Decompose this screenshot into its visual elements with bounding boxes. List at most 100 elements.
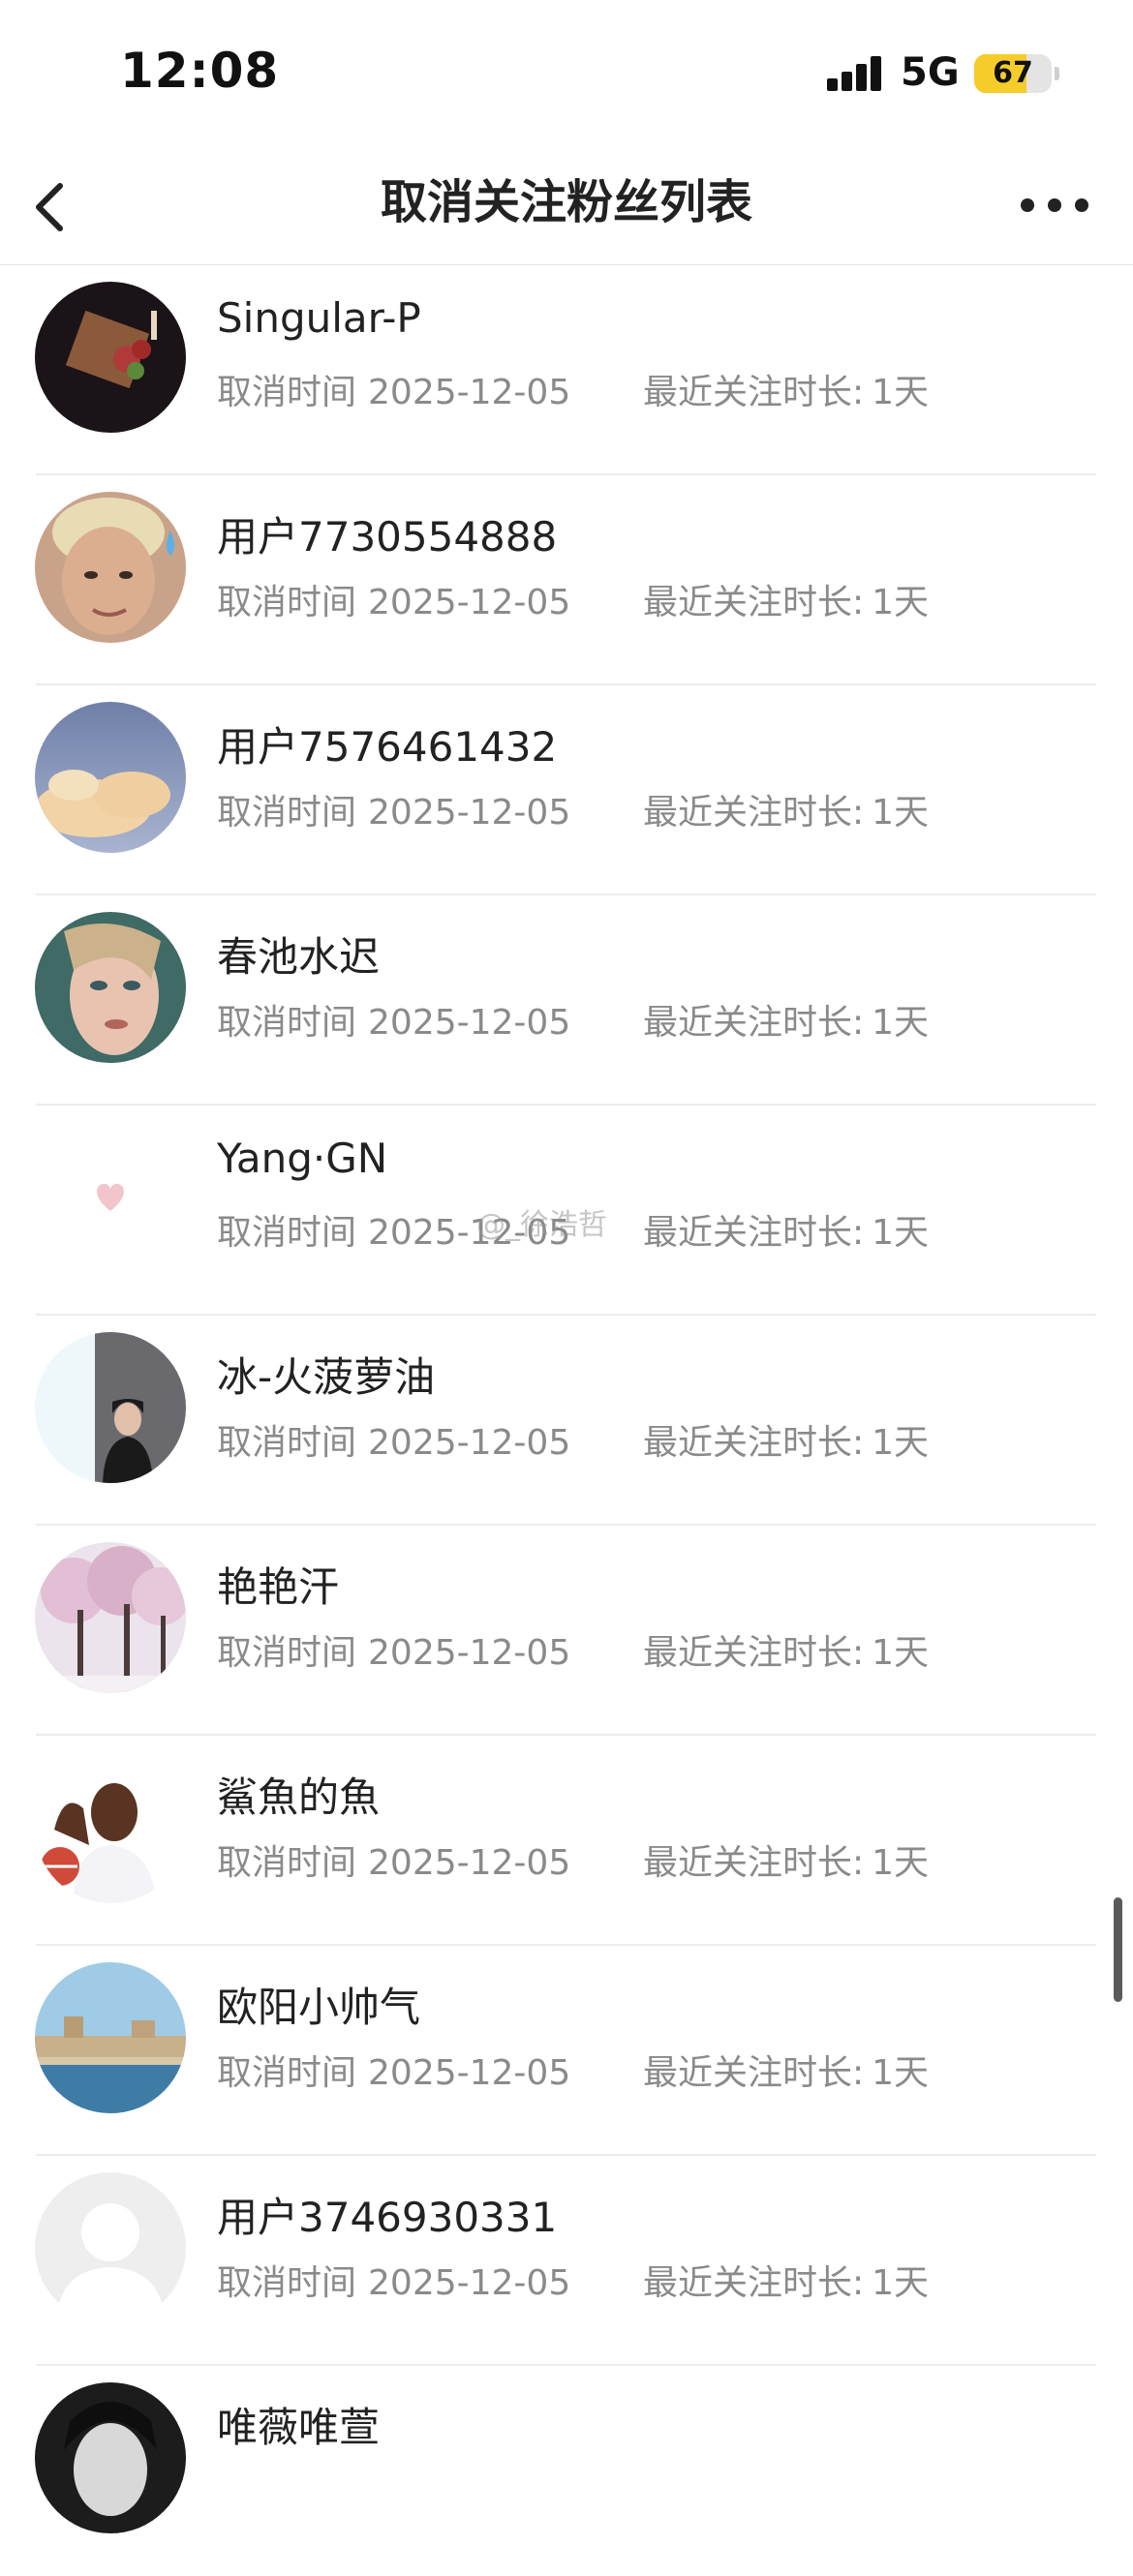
avatar[interactable]	[35, 1122, 186, 1273]
avatar[interactable]	[35, 1542, 186, 1693]
city-river-image	[35, 1962, 186, 2113]
user-name[interactable]: 唯薇唯萱	[217, 2395, 380, 2454]
cancel-time: 取消时间 2025-12-05	[217, 2045, 570, 2095]
cancel-date: 2025-12-05	[368, 1633, 571, 1673]
status-bar: 12:08 5G 67	[0, 0, 1133, 145]
follow-duration: 最近关注时长: 1天	[643, 1624, 929, 1675]
follow-duration: 最近关注时长: 1天	[643, 1414, 929, 1465]
cancel-time: 取消时间 2025-12-05	[217, 364, 570, 414]
follow-duration-value: 1天	[872, 2263, 930, 2303]
avatar[interactable]	[35, 912, 186, 1063]
cancel-date: 2025-12-05	[368, 1843, 571, 1883]
cancel-date: 2025-12-05	[368, 2053, 571, 2093]
follow-duration-label: 最近关注时长:	[643, 1003, 865, 1043]
more-button[interactable]	[1017, 174, 1094, 232]
back-button[interactable]	[25, 165, 103, 242]
follow-duration-value: 1天	[872, 1423, 930, 1463]
user-name[interactable]: 用户3746930331	[217, 2185, 557, 2244]
scroll-indicator[interactable]	[1114, 1897, 1122, 2002]
user-name[interactable]: 春池水迟	[217, 924, 380, 984]
cancel-date: 2025-12-05	[368, 793, 571, 833]
user-name[interactable]: 用户7576461432	[217, 714, 557, 773]
flower-bouquet-image	[35, 282, 186, 433]
follow-duration-label: 最近关注时长:	[643, 583, 865, 622]
cancel-time-label: 取消时间	[217, 2263, 357, 2303]
user-name[interactable]: 冰-火菠萝油	[217, 1345, 435, 1404]
pink-heart-image	[35, 1122, 186, 1273]
cancel-time-label: 取消时间	[217, 1423, 357, 1463]
follow-duration-value: 1天	[872, 373, 930, 412]
cancel-time: 取消时间 2025-12-05	[217, 574, 570, 624]
user-name[interactable]: 鯊魚的魚	[217, 1765, 380, 1824]
face-sweat-image	[35, 492, 186, 643]
user-name[interactable]: 用户7730554888	[217, 504, 557, 563]
more-dots-icon	[1021, 198, 1034, 212]
follow-duration-value: 1天	[872, 583, 930, 622]
list-item[interactable]: Singular-P 取消时间 2025-12-05 最近关注时长: 1天	[0, 265, 1133, 475]
cancel-date: 2025-12-05	[368, 373, 571, 412]
cancel-time-label: 取消时间	[217, 793, 357, 833]
cancel-time: 取消时间 2025-12-05	[217, 1834, 570, 1885]
list-item[interactable]: 艳艳汗取消时间 2025-12-05 最近关注时长: 1天	[0, 1526, 1133, 1736]
follow-duration-value: 1天	[872, 1003, 930, 1043]
follow-duration: 最近关注时长: 1天	[643, 1204, 929, 1255]
cancel-date: 2025-12-05	[368, 1423, 571, 1463]
page-title: 取消关注粉丝列表	[380, 175, 752, 229]
avatar[interactable]	[35, 702, 186, 853]
follow-duration: 最近关注时长: 1天	[643, 2255, 929, 2305]
cancel-time: 取消时间 2025-12-05	[217, 1624, 570, 1675]
person-dark-image	[35, 1332, 186, 1483]
battery-cap	[1055, 67, 1059, 80]
cancel-date: 2025-12-05	[368, 2263, 571, 2303]
battery-icon: 67	[974, 54, 1052, 93]
unfollowed-fans-list: Singular-P 取消时间 2025-12-05 最近关注时长: 1天 用户77305…	[0, 265, 1133, 2576]
cancel-time-label: 取消时间	[217, 583, 357, 622]
follow-duration: 最近关注时长: 1天	[643, 574, 929, 624]
user-name[interactable]: 艳艳汗	[217, 1555, 339, 1614]
follow-duration-label: 最近关注时长:	[643, 1213, 865, 1253]
user-name[interactable]: Yang·GN	[217, 1135, 387, 1182]
follow-duration-value: 1天	[872, 793, 930, 833]
cancel-time-label: 取消时间	[217, 1003, 357, 1043]
user-name[interactable]: 欧阳小帅气	[217, 1975, 420, 2034]
woman-portrait-image	[35, 912, 186, 1063]
avatar[interactable]	[35, 492, 186, 643]
cancel-time-label: 取消时间	[217, 1213, 357, 1253]
cellular-signal-icon	[827, 56, 883, 91]
list-item[interactable]: 冰-火菠萝油取消时间 2025-12-05 最近关注时长: 1天	[0, 1316, 1133, 1526]
list-item[interactable]: 鯊魚的魚取消时间 2025-12-05 最近关注时长: 1天	[0, 1736, 1133, 1946]
cancel-time-label: 取消时间	[217, 1843, 357, 1883]
follow-duration: 最近关注时长: 1天	[643, 1834, 929, 1885]
follow-duration: 最近关注时长: 1天	[643, 994, 929, 1045]
follow-duration-value: 1天	[872, 1633, 930, 1673]
avatar[interactable]	[35, 1962, 186, 2113]
avatar[interactable]	[35, 2172, 186, 2323]
nav-bar: 取消关注粉丝列表	[0, 145, 1133, 265]
cherry-blossom-image	[35, 1542, 186, 1693]
follow-duration-value: 1天	[872, 2053, 930, 2093]
cancel-time: 取消时间 2025-12-05	[217, 1414, 570, 1465]
basketball-player-image	[35, 1752, 186, 1903]
status-time: 12:08	[120, 43, 280, 99]
follow-duration-label: 最近关注时长:	[643, 1423, 865, 1463]
cloud-sky-image	[35, 702, 186, 853]
cancel-time: 取消时间 2025-12-05	[217, 784, 570, 834]
follow-duration: 最近关注时长: 1天	[643, 784, 929, 834]
follow-duration: 最近关注时长: 1天	[643, 2045, 929, 2095]
user-name[interactable]: Singular-P	[217, 294, 421, 342]
list-item[interactable]: 用户7730554888 取消时间 2025-12-05 最近关注时长: 1天	[0, 475, 1133, 685]
list-item[interactable]: 欧阳小帅气取消时间 2025-12-05 最近关注时长: 1天	[0, 1946, 1133, 2156]
follow-duration-label: 最近关注时长:	[643, 1843, 865, 1883]
list-item[interactable]: 春池水迟取消时间 2025-12-05 最近关注时长: 1天	[0, 895, 1133, 1106]
list-item[interactable]: 用户3746930331 取消时间 2025-12-05 最近关注时长: 1天	[0, 2156, 1133, 2366]
list-item[interactable]: 用户7576461432 取消时间 2025-12-05 最近关注时长: 1天	[0, 685, 1133, 895]
avatar[interactable]	[35, 2382, 186, 2533]
follow-duration-label: 最近关注时长:	[643, 373, 865, 412]
follow-duration-label: 最近关注时长:	[643, 2263, 865, 2303]
list-item[interactable]: 唯薇唯萱	[0, 2366, 1133, 2576]
avatar[interactable]	[35, 1752, 186, 1903]
avatar[interactable]	[35, 1332, 186, 1483]
battery-level: 67	[993, 56, 1033, 90]
avatar[interactable]	[35, 282, 186, 433]
cancel-time: 取消时间 2025-12-05	[217, 994, 570, 1045]
